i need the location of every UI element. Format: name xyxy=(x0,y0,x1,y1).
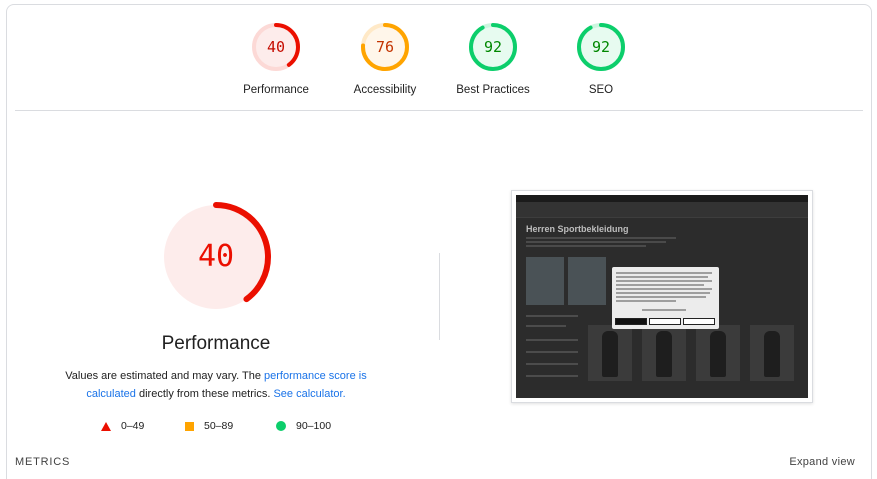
gauge-accessibility[interactable]: 76 Accessibility xyxy=(330,22,440,96)
legend-fail-label: 0–49 xyxy=(121,420,145,432)
gauge-label: SEO xyxy=(588,84,614,96)
cookie-dialog xyxy=(612,267,719,329)
fail-triangle-icon xyxy=(101,421,111,431)
gauge-label: Best Practices xyxy=(456,84,530,96)
big-gauge-score: 40 xyxy=(197,239,235,274)
performance-title: Performance xyxy=(161,333,271,354)
legend-average: 50–89 xyxy=(185,420,233,432)
expand-view-button[interactable]: Expand view xyxy=(789,456,855,468)
gauge-score: 92 xyxy=(591,38,611,56)
score-legend: 0–49 50–89 90–100 xyxy=(98,420,358,436)
legend-pass-label: 90–100 xyxy=(296,420,332,432)
gauge-score: 92 xyxy=(483,38,503,56)
screenshot-heading: Herren Sportbekleidung xyxy=(526,224,629,234)
vertical-divider xyxy=(439,253,440,340)
gauge-score: 76 xyxy=(375,38,395,56)
gauge-score: 40 xyxy=(266,38,286,56)
performance-description: Values are estimated and may vary. The p… xyxy=(52,367,380,403)
average-square-icon xyxy=(185,421,194,431)
see-calculator-link[interactable]: See calculator. xyxy=(273,388,345,400)
gauge-label: Performance xyxy=(243,84,309,96)
desc-text-2: directly from these metrics. xyxy=(135,388,274,400)
legend-pass: 90–100 xyxy=(276,420,331,432)
gauge-seo[interactable]: 92 SEO xyxy=(546,22,656,96)
gauge-performance[interactable]: 40 Performance xyxy=(221,22,331,96)
final-screenshot[interactable]: Herren Sportbekleidung xyxy=(511,190,813,403)
pass-circle-icon xyxy=(276,421,286,431)
desc-text-1: Values are estimated and may vary. The xyxy=(65,370,264,382)
legend-average-label: 50–89 xyxy=(204,420,234,432)
performance-big-gauge: 40 xyxy=(160,201,272,313)
score-gauges: 40 Performance 76 Accessibility 92 Best … xyxy=(0,0,877,110)
legend-fail: 0–49 xyxy=(101,420,144,432)
metrics-heading: METRICS xyxy=(15,456,71,468)
screenshot-image: Herren Sportbekleidung xyxy=(516,195,808,398)
header-divider xyxy=(15,110,863,111)
gauge-label: Accessibility xyxy=(353,84,417,96)
gauge-best-practices[interactable]: 92 Best Practices xyxy=(438,22,548,96)
